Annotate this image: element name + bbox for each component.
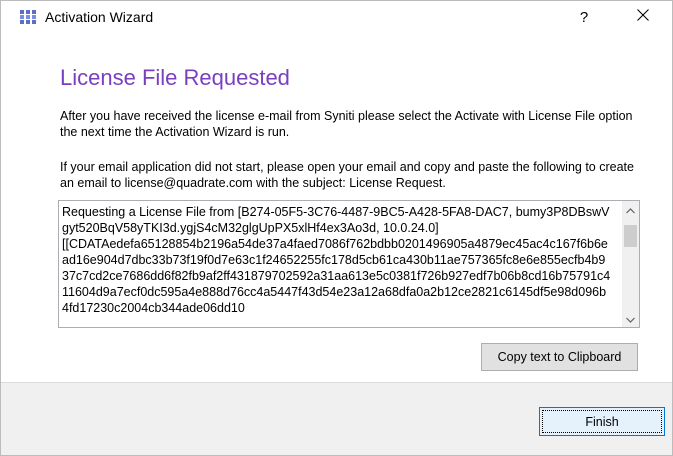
email-instructions-text: If your email application did not start,…	[60, 160, 634, 190]
activation-wizard-window: Activation Wizard ? License File Request…	[0, 0, 673, 456]
window-title: Activation Wizard	[45, 9, 154, 25]
scroll-up-button[interactable]	[622, 201, 639, 218]
license-request-textbox[interactable]: Requesting a License File from [B274-05F…	[58, 200, 640, 328]
chevron-up-icon	[626, 201, 635, 219]
license-request-text[interactable]: Requesting a License File from [B274-05F…	[62, 204, 612, 316]
help-button[interactable]: ?	[561, 1, 607, 33]
scroll-down-button[interactable]	[622, 310, 639, 327]
page-title: License File Requested	[60, 65, 290, 90]
app-grid-icon	[20, 10, 36, 24]
instructions-text: After you have received the license e-ma…	[60, 109, 633, 139]
chevron-down-icon	[626, 310, 635, 328]
close-button[interactable]	[615, 1, 671, 33]
vertical-scrollbar[interactable]	[622, 201, 639, 327]
title-bar: Activation Wizard ?	[1, 1, 672, 33]
scroll-thumb[interactable]	[624, 225, 637, 247]
copy-to-clipboard-button[interactable]: Copy text to Clipboard	[481, 343, 638, 371]
finish-button[interactable]: Finish	[539, 407, 665, 436]
close-icon	[637, 8, 649, 26]
